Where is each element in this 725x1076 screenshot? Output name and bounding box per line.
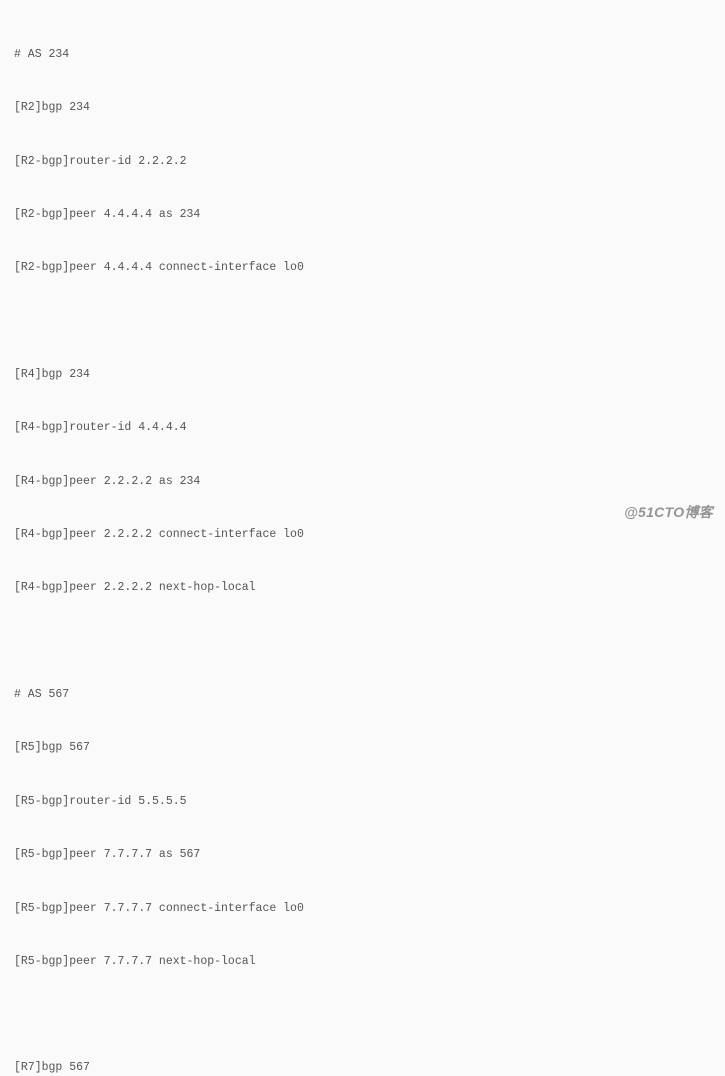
code-line: [R2-bgp]peer 4.4.4.4 connect-interface l… (14, 259, 711, 277)
code-line: [R2-bgp]router-id 2.2.2.2 (14, 153, 711, 171)
empty-line (14, 1006, 711, 1023)
watermark: @51CTO博客 (624, 502, 713, 524)
code-line: [R2]bgp 234 (14, 99, 711, 117)
code-line: [R7]bgp 567 (14, 1059, 711, 1076)
code-line: # AS 567 (14, 686, 711, 704)
code-line: [R5-bgp]peer 7.7.7.7 as 567 (14, 846, 711, 864)
code-line: [R5-bgp]peer 7.7.7.7 next-hop-local (14, 953, 711, 971)
code-line: [R5-bgp]router-id 5.5.5.5 (14, 793, 711, 811)
code-line: [R2-bgp]peer 4.4.4.4 as 234 (14, 206, 711, 224)
code-line: [R4-bgp]peer 2.2.2.2 as 234 (14, 473, 711, 491)
config-code: # AS 234 [R2]bgp 234 [R2-bgp]router-id 2… (14, 10, 711, 1076)
empty-line (14, 633, 711, 650)
code-line: [R4-bgp]peer 2.2.2.2 connect-interface l… (14, 526, 711, 544)
code-line: [R4-bgp]router-id 4.4.4.4 (14, 419, 711, 437)
code-line: [R4]bgp 234 (14, 366, 711, 384)
code-line: [R5]bgp 567 (14, 739, 711, 757)
code-line: [R4-bgp]peer 2.2.2.2 next-hop-local (14, 579, 711, 597)
code-line: # AS 234 (14, 46, 711, 64)
code-line: [R5-bgp]peer 7.7.7.7 connect-interface l… (14, 900, 711, 918)
empty-line (14, 313, 711, 330)
